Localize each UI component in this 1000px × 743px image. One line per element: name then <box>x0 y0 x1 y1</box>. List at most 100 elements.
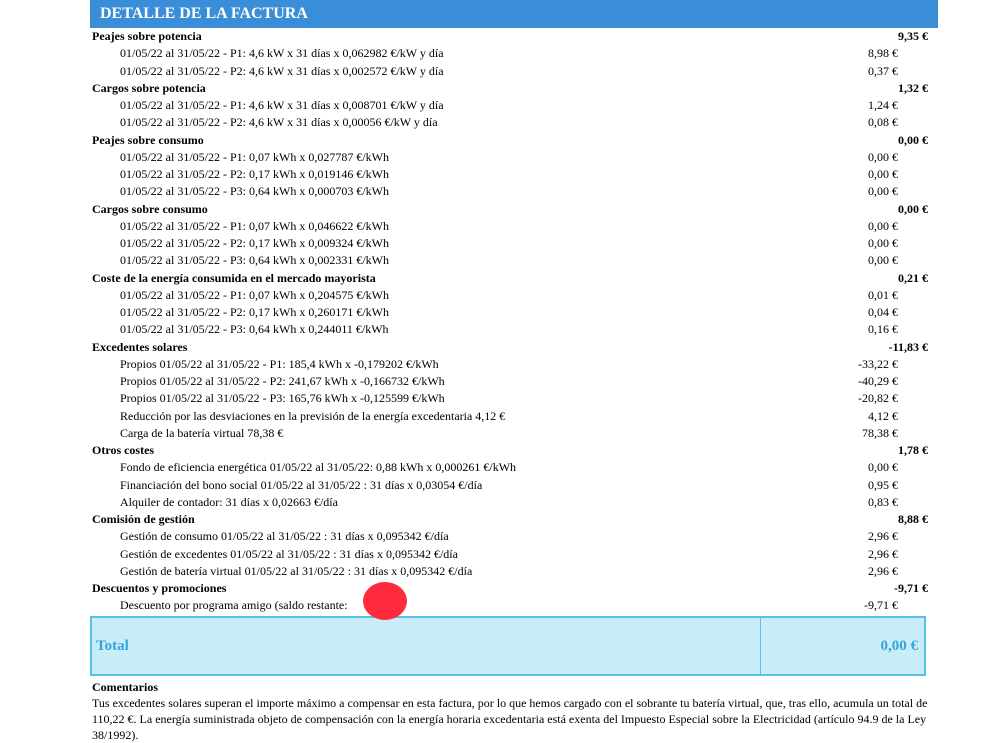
section-amount: -11,83 € <box>888 339 928 354</box>
line-item: Gestión de batería virtual 01/05/22 al 3… <box>90 563 928 580</box>
invoice-lines: Peajes sobre potencia 9,35 € 01/05/22 al 3… <box>90 28 928 615</box>
line-item-label: 01/05/22 al 31/05/22 - P3: 0,64 kWh x 0,… <box>120 253 389 268</box>
section-amount: -9,71 € <box>894 581 928 595</box>
invoice-detail: DETALLE DE LA FACTURA Peajes sobre poten… <box>90 0 938 615</box>
total-box: Total 0,00 € <box>90 616 926 676</box>
line-item: Descuento por programa amigo (saldo rest… <box>90 597 928 614</box>
line-item-amount: 0,08 € <box>868 115 898 130</box>
section-row: Descuentos y promociones -9,71 € <box>90 580 928 597</box>
line-item: Alquiler de contador: 31 días x 0,02663 … <box>90 494 928 511</box>
section-title: Comisión de gestión <box>92 512 195 526</box>
section-amount: 0,00 € <box>898 201 928 216</box>
line-item-label: 01/05/22 al 31/05/22 - P3: 0,64 kWh x 0,… <box>120 322 389 337</box>
line-item-amount: 78,38 € <box>862 425 898 440</box>
line-item: 01/05/22 al 31/05/22 - P2: 0,17 kWh x 0,… <box>90 304 928 321</box>
line-item-amount: 4,12 € <box>868 408 898 423</box>
line-item: 01/05/22 al 31/05/22 - P3: 0,64 kWh x 0,… <box>90 183 928 200</box>
line-item: Gestión de consumo 01/05/22 al 31/05/22 … <box>90 528 928 545</box>
line-item-amount: 0,00 € <box>868 184 898 199</box>
line-item-amount: -33,22 € <box>858 356 898 371</box>
section-row: Cargos sobre consumo 0,00 € <box>90 201 928 218</box>
line-item: 01/05/22 al 31/05/22 - P3: 0,64 kWh x 0,… <box>90 252 928 269</box>
line-item-label: Gestión de consumo 01/05/22 al 31/05/22 … <box>120 529 449 544</box>
line-item-label: 01/05/22 al 31/05/22 - P1: 4,6 kW x 31 d… <box>120 46 444 61</box>
line-item-amount: 0,00 € <box>868 253 898 268</box>
line-item-amount: 0,95 € <box>868 477 898 492</box>
section-title: Cargos sobre consumo <box>92 201 208 216</box>
line-item-amount: -40,29 € <box>858 374 898 388</box>
section-row: Otros costes 1,78 € <box>90 442 928 459</box>
line-item: 01/05/22 al 31/05/22 - P3: 0,64 kWh x 0,… <box>90 321 928 338</box>
line-item-amount: 0,04 € <box>868 305 898 319</box>
line-item: 01/05/22 al 31/05/22 - P1: 0,07 kWh x 0,… <box>90 287 928 304</box>
line-item: 01/05/22 al 31/05/22 - P1: 0,07 kWh x 0,… <box>90 218 928 235</box>
line-item: 01/05/22 al 31/05/22 - P2: 0,17 kWh x 0,… <box>90 166 928 183</box>
line-item: Propios 01/05/22 al 31/05/22 - P1: 185,4… <box>90 356 928 373</box>
line-item-label: Gestión de excedentes 01/05/22 al 31/05/… <box>120 546 458 561</box>
section-row: Peajes sobre potencia 9,35 € <box>90 28 928 45</box>
comments-title: Comentarios <box>92 680 158 694</box>
line-item-label: Financiación del bono social 01/05/22 al… <box>120 477 483 492</box>
total-amount: 0,00 € <box>880 638 919 654</box>
line-item-amount: 2,96 € <box>868 546 898 561</box>
section-title: Otros costes <box>92 443 155 457</box>
line-item-label: 01/05/22 al 31/05/22 - P2: 4,6 kW x 31 d… <box>120 63 444 78</box>
line-item-label: Gestión de batería virtual 01/05/22 al 3… <box>120 563 473 578</box>
line-item-label: 01/05/22 al 31/05/22 - P1: 0,07 kWh x 0,… <box>120 149 389 164</box>
line-item-label: 01/05/22 al 31/05/22 - P2: 0,17 kWh x 0,… <box>120 305 389 319</box>
section-title: Peajes sobre consumo <box>92 132 204 147</box>
redaction-mark <box>363 582 407 620</box>
line-item-label: Propios 01/05/22 al 31/05/22 - P3: 165,7… <box>120 391 445 406</box>
section-title: Coste de la energía consumida en el merc… <box>92 270 376 285</box>
section-title: Peajes sobre potencia <box>92 29 202 43</box>
total-label: Total <box>96 638 129 654</box>
section-amount: 1,32 € <box>898 80 928 95</box>
line-item: 01/05/22 al 31/05/22 - P1: 0,07 kWh x 0,… <box>90 149 928 166</box>
section-row: Coste de la energía consumida en el merc… <box>90 270 928 287</box>
comments: Comentarios Tus excedentes solares super… <box>92 679 932 743</box>
line-item-label: Alquiler de contador: 31 días x 0,02663 … <box>120 494 338 509</box>
total-divider <box>760 618 761 674</box>
line-item-amount: 2,96 € <box>868 529 898 544</box>
line-item-amount: 0,00 € <box>868 149 898 164</box>
line-item: 01/05/22 al 31/05/22 - P1: 4,6 kW x 31 d… <box>90 45 928 62</box>
section-amount: 1,78 € <box>898 443 928 457</box>
line-item-amount: 0,83 € <box>868 494 898 509</box>
line-item-label: 01/05/22 al 31/05/22 - P2: 0,17 kWh x 0,… <box>120 167 389 181</box>
line-item: Propios 01/05/22 al 31/05/22 - P2: 241,6… <box>90 373 928 390</box>
section-row: Comisión de gestión 8,88 € <box>90 511 928 528</box>
line-item-label: 01/05/22 al 31/05/22 - P1: 0,07 kWh x 0,… <box>120 287 389 302</box>
line-item: Fondo de eficiencia energética 01/05/22 … <box>90 459 928 476</box>
section-amount: 0,00 € <box>898 132 928 147</box>
line-item-amount: 0,01 € <box>868 287 898 302</box>
section-amount: 8,88 € <box>898 512 928 526</box>
section-title: Descuentos y promociones <box>92 581 227 595</box>
line-item: Carga de la batería virtual 78,38 € 78,38… <box>90 425 928 442</box>
line-item-label: 01/05/22 al 31/05/22 - P1: 0,07 kWh x 0,… <box>120 218 389 233</box>
line-item-label: Descuento por programa amigo (saldo rest… <box>120 598 348 613</box>
line-item-label: Reducción por las desviaciones en la pre… <box>120 408 506 423</box>
line-item: 01/05/22 al 31/05/22 - P2: 0,17 kWh x 0,… <box>90 235 928 252</box>
line-item-label: Carga de la batería virtual 78,38 € <box>120 425 284 440</box>
line-item-amount: 0,00 € <box>868 167 898 181</box>
line-item-label: 01/05/22 al 31/05/22 - P2: 4,6 kW x 31 d… <box>120 115 438 130</box>
line-item: Propios 01/05/22 al 31/05/22 - P3: 165,7… <box>90 390 928 407</box>
line-item: Financiación del bono social 01/05/22 al… <box>90 477 928 494</box>
line-item: 01/05/22 al 31/05/22 - P1: 4,6 kW x 31 d… <box>90 97 928 114</box>
line-item-label: 01/05/22 al 31/05/22 - P3: 0,64 kWh x 0,… <box>120 184 389 199</box>
line-item-amount: 2,96 € <box>868 563 898 578</box>
line-item: Gestión de excedentes 01/05/22 al 31/05/… <box>90 546 928 563</box>
line-item-label: Propios 01/05/22 al 31/05/22 - P1: 185,4… <box>120 356 439 371</box>
line-item-amount: 0,00 € <box>868 460 898 475</box>
section-row: Cargos sobre potencia 1,32 € <box>90 80 928 97</box>
line-item-amount: 1,24 € <box>868 98 898 112</box>
line-item-amount: 0,37 € <box>868 63 898 78</box>
line-item-label: Propios 01/05/22 al 31/05/22 - P2: 241,6… <box>120 374 445 388</box>
line-item: 01/05/22 al 31/05/22 - P2: 4,6 kW x 31 d… <box>90 63 928 80</box>
line-item-label: 01/05/22 al 31/05/22 - P2: 0,17 kWh x 0,… <box>120 236 389 250</box>
comments-text: Tus excedentes solares superan el import… <box>92 696 928 742</box>
line-item-amount: 8,98 € <box>868 46 898 61</box>
section-title: Excedentes solares <box>92 339 188 354</box>
section-row: Excedentes solares -11,83 € <box>90 339 928 356</box>
section-amount: 0,21 € <box>898 270 928 285</box>
